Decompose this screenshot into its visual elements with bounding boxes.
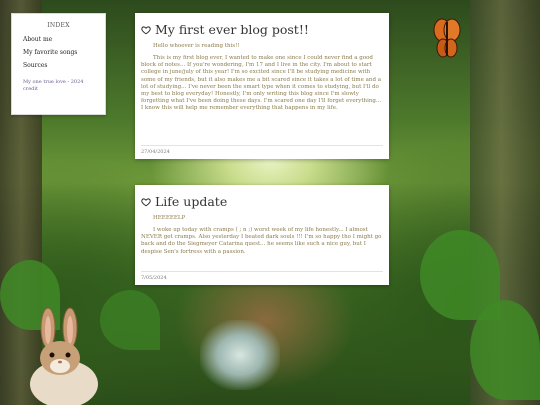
post-greeting: Hello whoever is reading this!! <box>153 43 240 49</box>
post-date: 27/04/2024 <box>141 145 383 155</box>
post-greeting: HEEEEELP <box>153 215 186 221</box>
index-panel: INDEX About me My favorite songs Sources… <box>11 13 106 115</box>
bunny-decoration <box>30 307 98 405</box>
butterfly-decoration <box>433 18 461 58</box>
blog-post: Life update HEEEEELP I woke up today wit… <box>135 185 389 285</box>
heart-outline-icon[interactable] <box>141 25 151 35</box>
index-title: INDEX <box>47 22 70 29</box>
index-link-about-me[interactable]: About me <box>23 36 94 43</box>
blog-post: My first ever blog post!! Hello whoever … <box>135 13 389 159</box>
post-title: My first ever blog post!! <box>155 22 309 37</box>
heart-outline-icon[interactable] <box>141 197 151 207</box>
post-body: This is my first blog ever, I wanted to … <box>141 55 382 112</box>
post-header: My first ever blog post!! <box>141 23 383 37</box>
index-link-favorite-songs[interactable]: My favorite songs <box>23 49 94 56</box>
post-title: Life update <box>155 194 228 209</box>
background-fern <box>470 300 540 400</box>
background-stream <box>200 320 280 390</box>
background-fern <box>100 290 160 350</box>
index-credit: My one true love - 2024 credit <box>23 79 84 92</box>
post-date: 7/05/2024 <box>141 271 383 281</box>
index-link-sources[interactable]: Sources <box>23 62 94 69</box>
post-body: I woke up today with cramps ( ; n ;) wor… <box>141 227 382 255</box>
post-header: Life update <box>141 195 383 209</box>
